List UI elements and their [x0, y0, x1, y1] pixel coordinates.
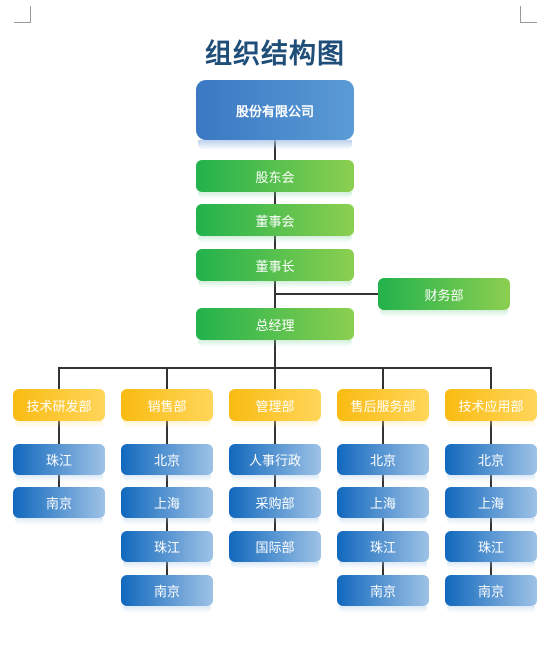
chart-title: 组织结构图	[205, 39, 345, 70]
branch-node-label: 珠江	[45, 454, 72, 469]
branch-node-label: 上海	[477, 497, 504, 512]
department-node[interactable]: 管理部	[229, 389, 321, 428]
executive-node[interactable]: 股东会	[196, 160, 354, 199]
branch-node[interactable]: 上海	[121, 487, 213, 525]
branch-node[interactable]: 上海	[337, 487, 429, 525]
department-node-label: 销售部	[147, 399, 187, 415]
branch-node[interactable]: 北京	[337, 444, 429, 482]
branch-node-label: 珠江	[153, 541, 180, 556]
branch-node-label: 南京	[153, 585, 180, 600]
branch-node[interactable]: 珠江	[13, 444, 105, 482]
branch-node[interactable]: 北京	[121, 444, 213, 482]
branch-node-label: 国际部	[255, 541, 295, 556]
finance-node[interactable]: 财务部	[378, 278, 510, 317]
branch-node[interactable]: 北京	[445, 444, 537, 482]
department-node[interactable]: 售后服务部	[337, 389, 429, 428]
department-node-label: 售后服务部	[350, 399, 416, 415]
department-node[interactable]: 技术研发部	[13, 389, 105, 428]
crop-mark-top-left	[14, 6, 31, 23]
executive-node[interactable]: 董事会	[196, 204, 354, 243]
branch-node[interactable]: 南京	[121, 575, 213, 613]
branch-node[interactable]: 珠江	[121, 531, 213, 569]
branch-node[interactable]: 采购部	[229, 487, 321, 525]
executive-node-label: 董事长	[255, 259, 295, 275]
branch-node-label: 南京	[369, 585, 396, 600]
executive-node-label: 股东会	[255, 170, 295, 186]
finance-node-label: 财务部	[424, 288, 464, 304]
branch-node-label: 北京	[477, 454, 504, 469]
branch-node-label: 北京	[369, 454, 396, 469]
branch-node-label: 人事行政	[248, 454, 301, 469]
branch-node[interactable]: 珠江	[445, 531, 537, 569]
executive-node[interactable]: 董事长	[196, 249, 354, 288]
branch-node[interactable]: 南京	[445, 575, 537, 613]
branch-node[interactable]: 南京	[13, 487, 105, 525]
executive-node[interactable]: 总经理	[196, 308, 354, 347]
branch-node-label: 采购部	[255, 497, 295, 512]
branch-node-label: 北京	[153, 454, 180, 469]
department-node-label: 技术应用部	[458, 399, 524, 415]
executive-node-label: 董事会	[255, 214, 295, 230]
branch-node[interactable]: 国际部	[229, 531, 321, 569]
branch-node[interactable]: 南京	[337, 575, 429, 613]
root-node[interactable]: 股份有限公司	[196, 80, 354, 150]
crop-mark-top-right	[520, 6, 537, 23]
department-node-label: 技术研发部	[26, 399, 92, 415]
side-branch-connector	[275, 293, 379, 295]
branch-node-label: 珠江	[477, 541, 504, 556]
branch-node-label: 上海	[369, 497, 396, 512]
branch-node[interactable]: 上海	[445, 487, 537, 525]
branch-node-label: 南京	[45, 497, 72, 512]
branch-node[interactable]: 珠江	[337, 531, 429, 569]
root-node-label: 股份有限公司	[235, 104, 314, 120]
department-node[interactable]: 销售部	[121, 389, 213, 428]
department-node-label: 管理部	[255, 399, 295, 415]
branch-node-label: 上海	[153, 497, 180, 512]
branch-node-label: 珠江	[369, 541, 396, 556]
executive-node-label: 总经理	[255, 318, 295, 334]
branch-node-label: 南京	[477, 585, 504, 600]
branch-node[interactable]: 人事行政	[229, 444, 321, 482]
department-node[interactable]: 技术应用部	[445, 389, 537, 428]
